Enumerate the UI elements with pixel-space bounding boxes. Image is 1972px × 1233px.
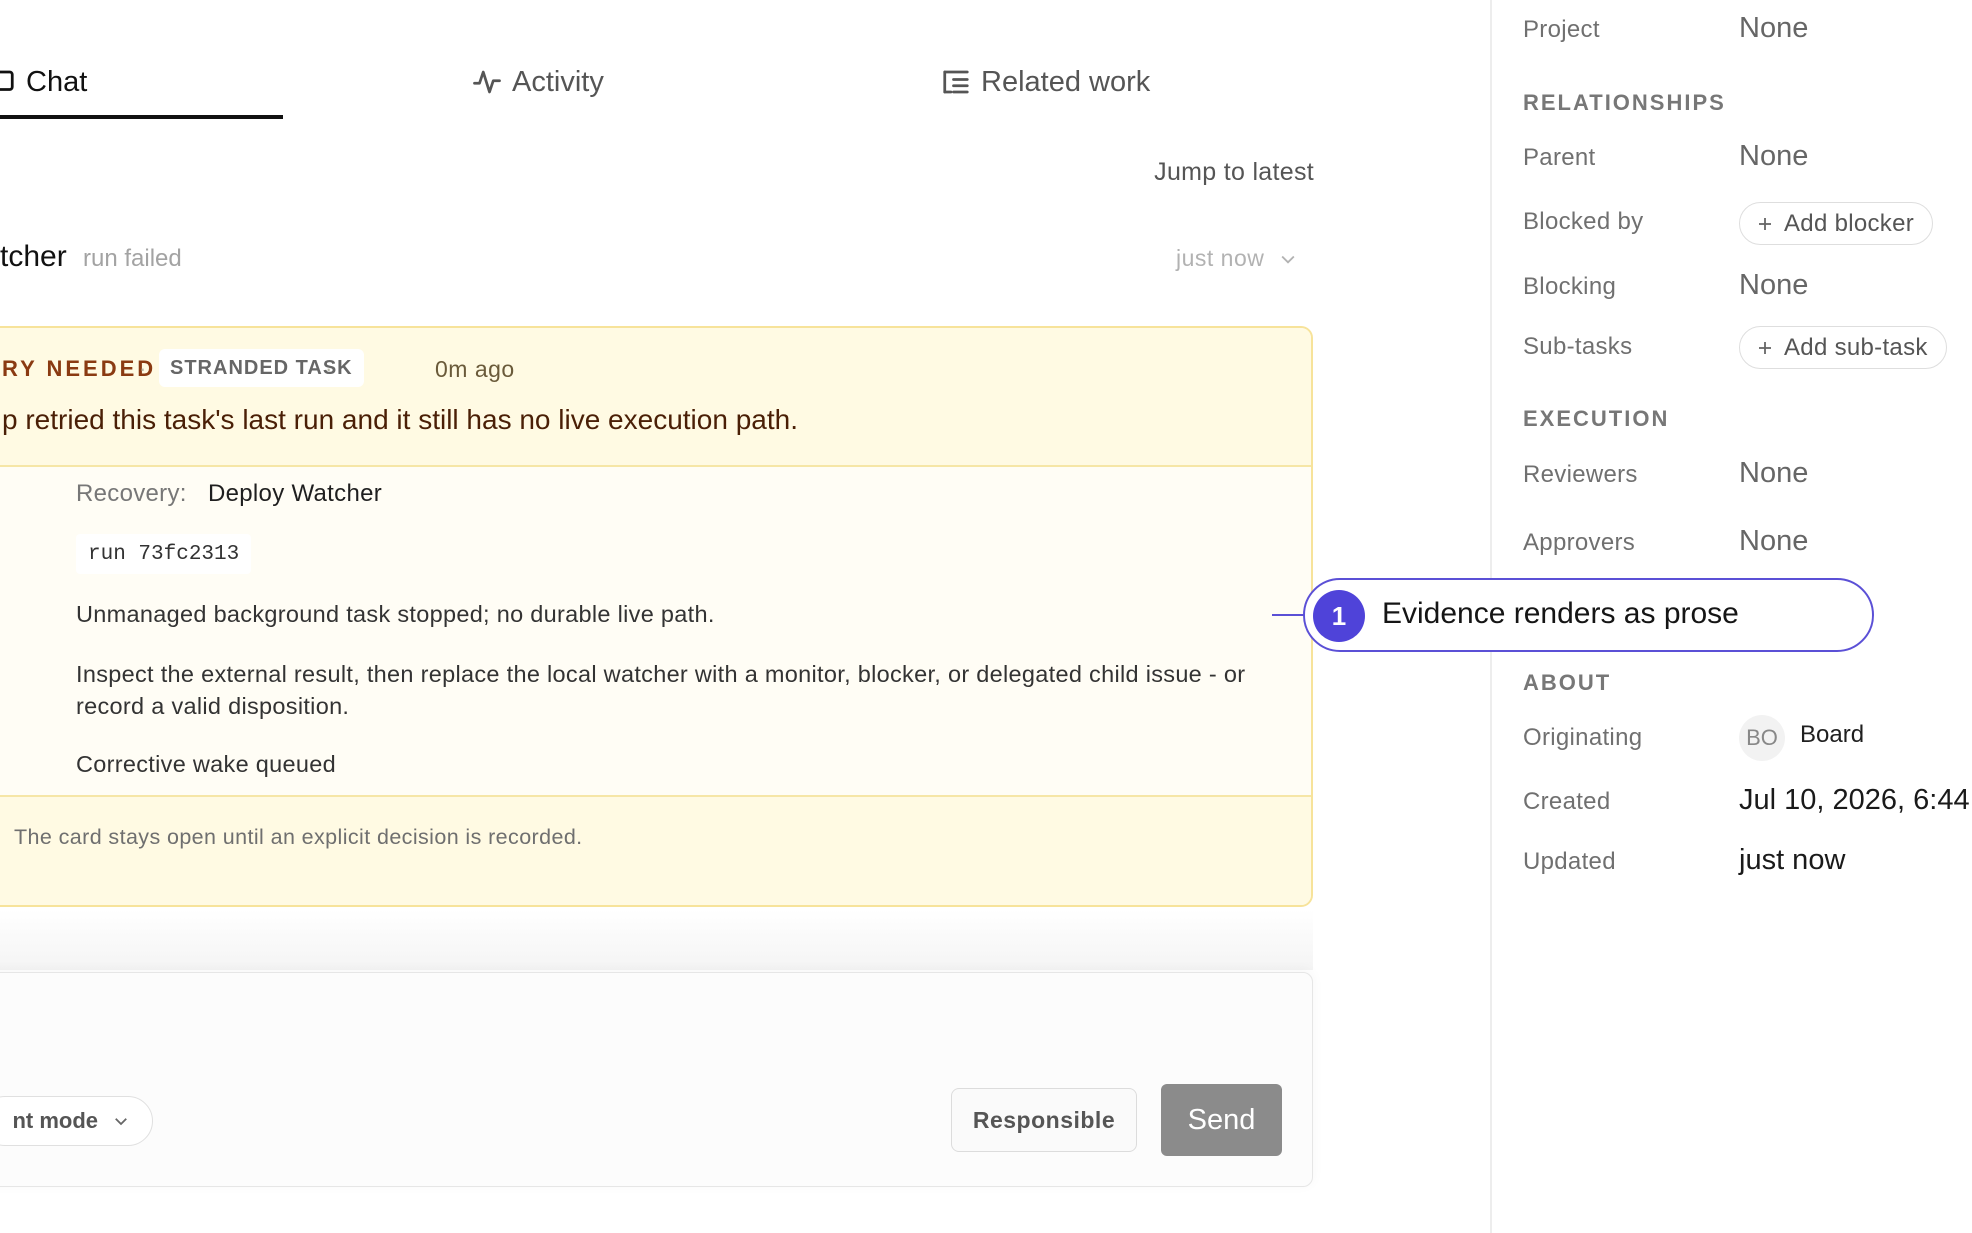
responsible-button[interactable]: Responsible [951, 1088, 1137, 1152]
chevron-down-icon [1281, 255, 1295, 264]
reviewers-value[interactable]: None [1739, 457, 1808, 490]
relationships-heading: RELATIONSHIPS [1523, 90, 1726, 115]
created-label: Created [1523, 788, 1611, 815]
callout-connector [1272, 614, 1306, 616]
send-button[interactable]: Send [1161, 1084, 1282, 1156]
add-blocker-button[interactable]: Add blocker [1739, 202, 1934, 245]
jump-to-latest-link[interactable]: Jump to latest [1154, 158, 1314, 187]
tab-activity[interactable]: Activity [472, 58, 604, 106]
plus-icon [1759, 217, 1771, 230]
message-author: tcher [0, 240, 67, 273]
message-time: just now [1176, 245, 1265, 271]
recovery-card-footer: The card stays open until an explicit de… [0, 795, 1311, 905]
footer-note: The card stays open until an explicit de… [14, 825, 583, 849]
separator-dot: · [139, 356, 147, 381]
reviewers-label: Reviewers [1523, 461, 1638, 488]
chevron-down-icon [115, 1118, 127, 1126]
about-heading: ABOUT [1523, 670, 1612, 695]
plus-icon [1759, 341, 1771, 354]
message-status: run failed [83, 245, 182, 272]
run-id-code: run 73fc2313 [76, 534, 252, 574]
separator-dot: · [325, 356, 333, 381]
chat-icon [0, 70, 14, 91]
activity-icon [473, 70, 501, 94]
created-value: Jul 10, 2026, 6:44 [1739, 784, 1970, 816]
recovery-age: 0m ago [435, 356, 515, 382]
active-tab-indicator [0, 115, 283, 119]
tab-activity-label: Activity [512, 65, 604, 98]
mode-selector-label: nt mode [12, 1108, 98, 1133]
recovery-kicker: RY NEEDED [2, 356, 157, 381]
approvers-label: Approvers [1523, 529, 1636, 556]
avatar: BO [1739, 715, 1785, 761]
approvers-value[interactable]: None [1739, 525, 1808, 558]
originating-label: Originating [1523, 724, 1643, 751]
callout-text: Evidence renders as prose [1382, 597, 1739, 630]
guidance-text: Inspect the external result, then replac… [76, 661, 1246, 719]
project-label: Project [1523, 16, 1600, 43]
recovery-title: p retried this task's last run and it st… [2, 404, 798, 435]
evidence-text: Unmanaged background task stopped; no du… [76, 601, 715, 627]
message-composer[interactable] [0, 972, 1313, 1187]
parent-value[interactable]: None [1739, 140, 1808, 173]
project-value[interactable]: None [1739, 12, 1808, 45]
blocked-by-label: Blocked by [1523, 208, 1644, 235]
recovery-card-header: RY NEEDED · STRANDED TASK · 0m ago p ret… [0, 328, 1311, 467]
updated-label: Updated [1523, 848, 1616, 875]
blocking-value[interactable]: None [1739, 269, 1808, 302]
add-blocker-label: Add blocker [1784, 209, 1915, 237]
originating-name: Board [1800, 721, 1865, 748]
callout-number-badge: 1 [1313, 590, 1365, 642]
recovery-label: Recovery: [76, 480, 187, 507]
recovery-card: RY NEEDED · STRANDED TASK · 0m ago p ret… [0, 326, 1313, 907]
add-subtask-label: Add sub-task [1784, 333, 1928, 361]
tab-related-work[interactable]: Related work [941, 58, 1150, 106]
recovery-value: Deploy Watcher [208, 480, 383, 507]
composer-fade [0, 910, 1313, 970]
tab-chat[interactable]: Chat [0, 58, 87, 106]
annotation-callout: 1 Evidence renders as prose [1303, 578, 1874, 652]
blocking-label: Blocking [1523, 273, 1617, 300]
execution-heading: EXECUTION [1523, 406, 1670, 431]
stranded-task-badge: STRANDED TASK [159, 349, 364, 387]
wake-status-text: Corrective wake queued [76, 751, 337, 777]
add-subtask-button[interactable]: Add sub-task [1739, 326, 1947, 369]
subtasks-label: Sub-tasks [1523, 333, 1633, 360]
tab-related-work-label: Related work [981, 65, 1151, 98]
tab-chat-label: Chat [26, 65, 88, 98]
parent-label: Parent [1523, 144, 1596, 171]
updated-value: just now [1739, 844, 1846, 876]
list-tree-icon [943, 70, 969, 94]
recovery-card-body [0, 467, 1311, 795]
message-time-toggle[interactable]: just now [1176, 245, 1298, 272]
mode-selector[interactable]: nt mode [0, 1096, 153, 1146]
